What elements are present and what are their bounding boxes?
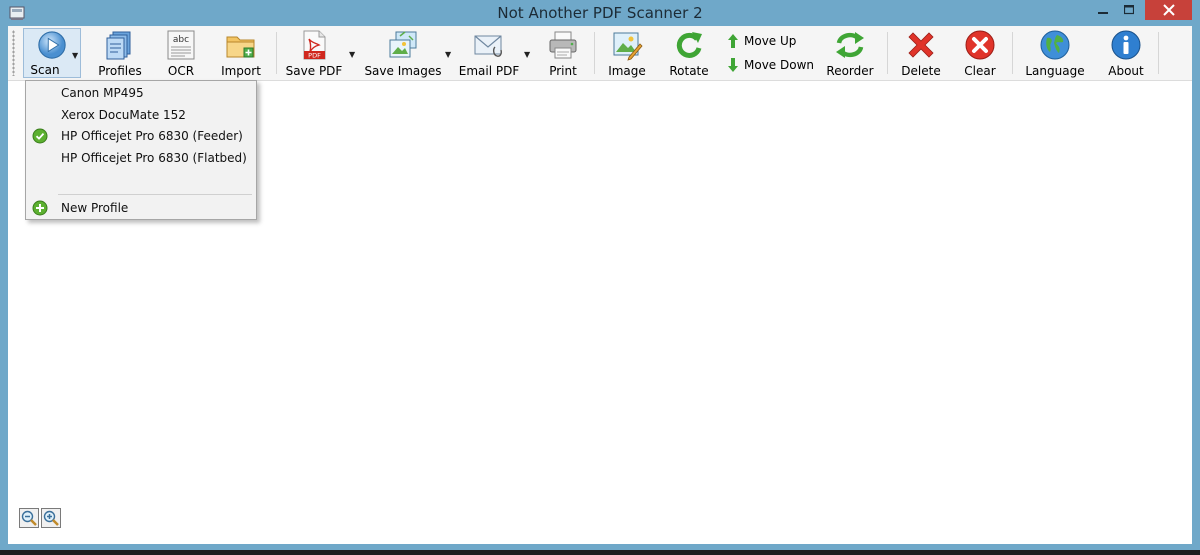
move-up-label: Move Up <box>744 34 797 48</box>
toolbar: Scan ▼ Profiles abc OCR Import PDF Save … <box>8 26 1192 81</box>
scan-profiles-menu: Canon MP495 Xerox DocuMate 152 HP Office… <box>25 80 257 220</box>
minimize-icon <box>1098 12 1108 14</box>
delete-x-icon <box>908 32 934 58</box>
zoom-out-button[interactable] <box>19 508 39 528</box>
profiles-button[interactable]: Profiles <box>96 28 144 78</box>
title-bar[interactable]: Not Another PDF Scanner 2 <box>0 0 1200 26</box>
move-down-button[interactable]: Move Down <box>726 55 814 75</box>
scan-play-icon <box>38 31 66 59</box>
image-label: Image <box>608 64 646 78</box>
image-edit-icon <box>613 32 643 61</box>
import-label: Import <box>221 64 261 78</box>
import-button[interactable]: Import <box>216 28 266 78</box>
menu-item-label: New Profile <box>61 201 129 215</box>
window-title: Not Another PDF Scanner 2 <box>497 4 703 22</box>
profiles-icon <box>106 31 131 60</box>
images-icon <box>389 31 417 58</box>
delete-label: Delete <box>901 64 941 78</box>
toolbar-separator <box>1158 32 1159 74</box>
ocr-button[interactable]: abc OCR <box>156 28 206 78</box>
save-images-label: Save Images <box>364 64 442 78</box>
save-pdf-label: Save PDF <box>285 64 343 78</box>
arrow-up-icon <box>728 34 738 48</box>
ocr-label: OCR <box>167 64 195 78</box>
menu-item-label: HP Officejet Pro 6830 (Flatbed) <box>61 151 247 165</box>
plus-icon <box>32 200 48 216</box>
move-up-button[interactable]: Move Up <box>726 31 796 51</box>
menu-item-canon-mp495[interactable]: Canon MP495 <box>26 82 256 104</box>
app-window: Not Another PDF Scanner 2 Scan ▼ Profile… <box>0 0 1200 550</box>
save-images-dropdown-arrow[interactable]: ▼ <box>445 50 451 59</box>
clear-icon <box>965 30 995 60</box>
print-label: Print <box>549 64 577 78</box>
menu-item-label: Xerox DocuMate 152 <box>61 108 186 122</box>
email-pdf-dropdown-arrow[interactable]: ▼ <box>524 50 530 59</box>
minimize-button[interactable] <box>1090 0 1116 20</box>
menu-item-hp-officejet-feeder[interactable]: HP Officejet Pro 6830 (Feeder) <box>26 125 256 147</box>
clear-button[interactable]: Clear <box>956 28 1004 78</box>
about-label: About <box>1108 64 1144 78</box>
image-button[interactable]: Image <box>604 28 650 78</box>
rotate-icon <box>676 32 702 58</box>
email-pdf-label: Email PDF <box>458 64 520 78</box>
toolbar-separator <box>276 32 277 74</box>
move-down-label: Move Down <box>744 58 814 72</box>
info-icon <box>1111 30 1141 60</box>
folder-icon <box>226 36 255 58</box>
scan-dropdown-arrow[interactable]: ▼ <box>72 51 78 60</box>
zoom-out-icon <box>21 510 37 526</box>
print-button[interactable]: Print <box>540 28 586 78</box>
menu-item-new-profile[interactable]: New Profile <box>26 197 256 219</box>
about-button[interactable]: About <box>1102 28 1150 78</box>
rotate-button[interactable]: Rotate <box>664 28 714 78</box>
zoom-in-button[interactable] <box>41 508 61 528</box>
reorder-label: Reorder <box>826 64 874 78</box>
toolbar-separator <box>1012 32 1013 74</box>
ocr-icon-text: abc <box>173 35 189 45</box>
zoom-in-icon <box>43 510 59 526</box>
menu-item-hp-officejet-flatbed[interactable]: HP Officejet Pro 6830 (Flatbed) <box>26 147 256 169</box>
envelope-icon <box>474 35 502 57</box>
profiles-label: Profiles <box>98 64 142 78</box>
toolbar-separator <box>887 32 888 74</box>
save-images-button[interactable]: Save Images ▼ <box>364 28 451 78</box>
pdf-icon: PDF <box>303 30 326 60</box>
maximize-icon <box>1124 5 1134 15</box>
main-content-area: Scan ▼ Profiles abc OCR Import PDF Save … <box>8 26 1192 544</box>
language-label: Language <box>1025 64 1085 78</box>
language-button[interactable]: Language <box>1024 28 1086 78</box>
menu-separator <box>58 194 252 195</box>
ocr-icon: abc <box>167 30 195 60</box>
menu-item-xerox-documate-152[interactable]: Xerox DocuMate 152 <box>26 104 256 126</box>
maximize-button[interactable] <box>1116 0 1142 20</box>
reorder-button[interactable]: Reorder <box>822 28 878 78</box>
delete-button[interactable]: Delete <box>896 28 946 78</box>
rotate-label: Rotate <box>669 64 709 78</box>
clear-label: Clear <box>964 64 996 78</box>
email-pdf-button[interactable]: Email PDF ▼ <box>458 28 532 78</box>
close-button[interactable] <box>1145 0 1192 20</box>
close-icon <box>1162 4 1175 16</box>
globe-icon <box>1040 30 1070 60</box>
save-pdf-dropdown-arrow[interactable]: ▼ <box>349 50 355 59</box>
arrow-down-icon <box>728 58 738 72</box>
printer-icon <box>549 31 577 59</box>
reorder-icon <box>836 32 864 58</box>
check-icon <box>32 128 48 144</box>
menu-item-label: HP Officejet Pro 6830 (Feeder) <box>61 129 243 143</box>
toolbar-separator <box>594 32 595 74</box>
toolbar-grip[interactable] <box>12 30 15 76</box>
scan-button[interactable]: Scan ▼ <box>23 28 81 78</box>
save-pdf-button[interactable]: PDF Save PDF ▼ <box>285 28 357 78</box>
menu-item-label: Canon MP495 <box>61 86 144 100</box>
scan-label: Scan <box>30 63 60 77</box>
pdf-icon-text: PDF <box>308 52 321 60</box>
